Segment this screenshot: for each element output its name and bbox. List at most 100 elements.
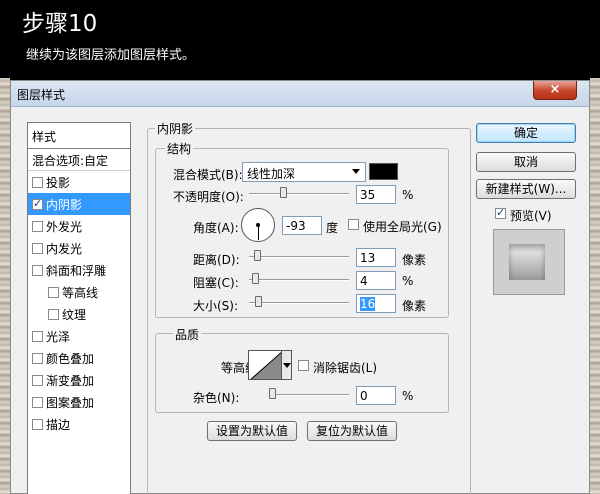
distance-value: 13 [360, 251, 376, 265]
choke-slider-track[interactable] [249, 279, 349, 281]
style-item[interactable]: 渐变叠加 [28, 369, 130, 391]
dialog-titlebar: 图层样式 × [11, 81, 589, 107]
style-item-label: 渐变叠加 [46, 374, 95, 388]
choke-input[interactable]: 4 [356, 271, 396, 290]
style-item-checkbox[interactable] [32, 221, 43, 232]
opacity-input[interactable]: 35 [356, 185, 396, 204]
quality-title: 品质 [173, 326, 202, 343]
style-item[interactable]: 描边 [28, 413, 130, 435]
size-value: 16 [360, 297, 376, 311]
chevron-down-icon [283, 363, 291, 368]
style-item-label: 描边 [46, 418, 71, 432]
style-item-checkbox[interactable] [32, 177, 43, 188]
style-item-label: 投影 [46, 176, 71, 190]
style-item-label: 图案叠加 [46, 396, 95, 410]
style-item-label: 外发光 [46, 220, 83, 234]
noise-unit: % [402, 389, 414, 403]
style-item-checkbox[interactable] [32, 243, 43, 254]
choke-slider-thumb[interactable] [252, 273, 259, 284]
style-item-checkbox[interactable] [32, 375, 43, 386]
close-button[interactable]: × [533, 81, 577, 100]
size-slider-track[interactable] [249, 302, 349, 304]
angle-label: 角度(A): [193, 221, 239, 235]
preview-swatch [509, 244, 545, 280]
styles-header: 样式 [28, 123, 130, 149]
angle-unit: 度 [326, 221, 339, 235]
blend-mode-select[interactable]: 线性加深 [242, 162, 366, 182]
style-item-label: 等高线 [62, 286, 99, 300]
style-item-checkbox[interactable] [48, 287, 59, 298]
style-item-label: 颜色叠加 [46, 352, 95, 366]
reset-default-button[interactable]: 复位为默认值 [307, 421, 397, 441]
set-default-button[interactable]: 设置为默认值 [207, 421, 297, 441]
style-item-checkbox[interactable] [32, 265, 43, 276]
style-preview [493, 229, 565, 295]
style-item[interactable]: 斜面和浮雕 [28, 259, 130, 281]
distance-slider-track[interactable] [249, 256, 349, 258]
style-item[interactable]: 纹理 [28, 303, 130, 325]
style-item[interactable]: 光泽 [28, 325, 130, 347]
size-input[interactable]: 16 [356, 294, 396, 313]
preview-checkbox[interactable] [495, 206, 506, 219]
style-item-checkbox[interactable] [32, 197, 43, 210]
style-item-checkbox[interactable] [32, 353, 43, 364]
distance-unit: 像素 [402, 253, 427, 267]
angle-input[interactable]: -93 [282, 216, 322, 235]
noise-slider-thumb[interactable] [269, 388, 276, 399]
ok-button[interactable]: 确定 [476, 123, 576, 143]
style-item[interactable]: 内阴影 [28, 193, 130, 215]
decorative-strip-left [0, 78, 10, 494]
structure-title: 结构 [165, 140, 194, 157]
layer-style-dialog: 图层样式 × 样式 混合选项:自定 投影内阴影外发光内发光斜面和浮雕等高线纹理光… [10, 80, 590, 494]
size-unit: 像素 [402, 299, 427, 313]
noise-label: 杂色(N): [193, 391, 240, 405]
size-slider-thumb[interactable] [255, 296, 262, 307]
chevron-down-icon [352, 169, 360, 174]
style-item[interactable]: 颜色叠加 [28, 347, 130, 369]
style-item-checkbox[interactable] [48, 309, 59, 320]
blending-options-item[interactable]: 混合选项:自定 [28, 149, 130, 171]
new-style-button[interactable]: 新建样式(W)... [476, 179, 576, 199]
blend-mode-label: 混合模式(B): [173, 168, 243, 182]
size-label: 大小(S): [193, 299, 239, 313]
opacity-unit: % [402, 188, 414, 202]
preview-label: 预览(V) [510, 209, 552, 223]
style-item-label: 斜面和浮雕 [46, 264, 107, 278]
style-item[interactable]: 等高线 [28, 281, 130, 303]
opacity-value: 35 [360, 188, 376, 202]
noise-input[interactable]: 0 [356, 386, 396, 405]
cancel-button[interactable]: 取消 [476, 152, 576, 172]
angle-dial-center [256, 223, 260, 227]
angle-dial[interactable] [241, 208, 275, 242]
contour-dropdown[interactable] [282, 350, 292, 380]
style-item-label: 纹理 [62, 308, 87, 322]
decorative-strip-right [590, 78, 600, 494]
angle-value: -93 [286, 219, 306, 233]
global-light-checkbox[interactable] [348, 219, 359, 230]
distance-slider-thumb[interactable] [254, 250, 261, 261]
anti-alias-label: 消除锯齿(L) [313, 361, 378, 375]
noise-slider-track[interactable] [269, 394, 349, 396]
style-item-checkbox[interactable] [32, 419, 43, 430]
choke-unit: % [402, 274, 414, 288]
style-item-checkbox[interactable] [32, 331, 43, 342]
style-item[interactable]: 内发光 [28, 237, 130, 259]
dialog-title: 图层样式 [17, 88, 66, 102]
step-title: 步骤10 [22, 11, 98, 37]
style-item-label: 光泽 [46, 330, 71, 344]
styles-list: 样式 混合选项:自定 投影内阴影外发光内发光斜面和浮雕等高线纹理光泽颜色叠加渐变… [27, 122, 131, 494]
style-item-label: 内阴影 [46, 198, 83, 212]
style-item[interactable]: 投影 [28, 171, 130, 193]
style-item-checkbox[interactable] [32, 397, 43, 408]
blend-mode-value: 线性加深 [247, 167, 296, 181]
style-item[interactable]: 外发光 [28, 215, 130, 237]
choke-value: 4 [360, 274, 368, 288]
shadow-color-swatch[interactable] [369, 163, 398, 180]
contour-thumbnail[interactable] [248, 350, 282, 380]
anti-alias-checkbox[interactable] [298, 360, 309, 371]
opacity-slider-track[interactable] [249, 193, 349, 195]
style-item-label: 内发光 [46, 242, 83, 256]
style-item[interactable]: 图案叠加 [28, 391, 130, 413]
opacity-slider-thumb[interactable] [280, 187, 287, 198]
distance-input[interactable]: 13 [356, 248, 396, 267]
